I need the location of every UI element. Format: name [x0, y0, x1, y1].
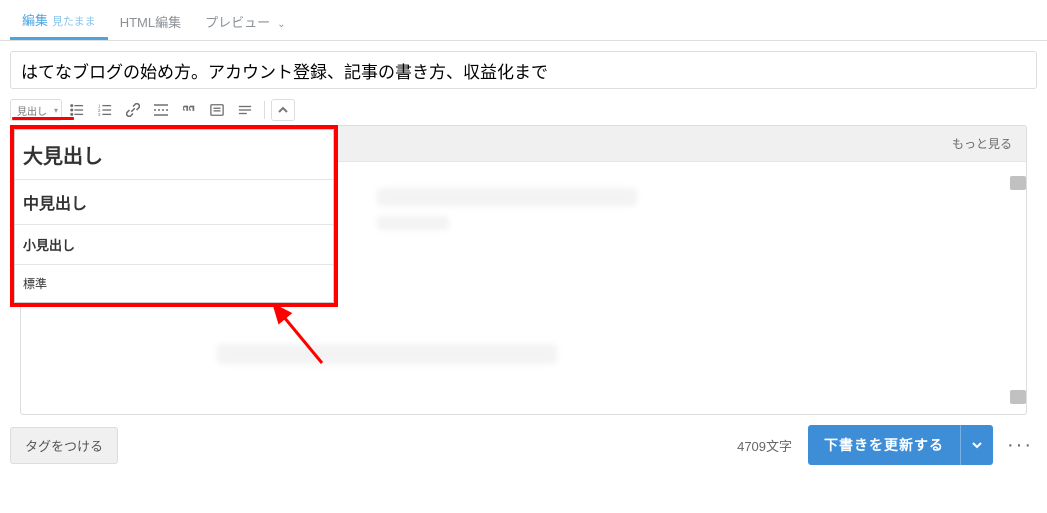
tab-edit-sub: 見たまま: [52, 13, 96, 29]
add-tag-button[interactable]: タグをつける: [10, 427, 118, 464]
more-options-icon[interactable]: ···: [1003, 434, 1037, 457]
blurred-text: [377, 216, 449, 230]
codeblock-icon[interactable]: [204, 99, 230, 121]
tab-html[interactable]: HTML編集: [108, 2, 193, 39]
quote-icon[interactable]: [176, 99, 202, 121]
heading-option-normal[interactable]: 標準: [15, 265, 333, 302]
heading-option-h2[interactable]: 中見出し: [15, 180, 333, 225]
scrollbar-thumb[interactable]: [1010, 390, 1026, 404]
save-button-group: 下書きを更新する: [808, 425, 993, 465]
toolbar-separator: [264, 101, 265, 119]
post-title-input[interactable]: [10, 51, 1037, 89]
chevron-down-icon: ⌄: [277, 19, 285, 30]
heading-option-h1[interactable]: 大見出し: [15, 130, 333, 180]
heading-option-h3[interactable]: 小見出し: [15, 225, 333, 265]
ol-icon[interactable]: 123: [92, 99, 118, 121]
hr-icon[interactable]: [232, 99, 258, 121]
collapse-toolbar-icon[interactable]: [271, 99, 295, 121]
heading-dropdown: 大見出し 中見出し 小見出し 標準: [10, 125, 338, 307]
save-more-button[interactable]: [960, 425, 993, 465]
blurred-text: [377, 188, 637, 206]
link-icon[interactable]: [120, 99, 146, 121]
more-link[interactable]: もっと見る: [952, 135, 1012, 152]
editor-toolbar: 見出し 123: [0, 95, 1047, 125]
tab-preview-label: プレビュー: [205, 12, 270, 31]
save-draft-button[interactable]: 下書きを更新する: [808, 425, 960, 465]
tab-edit-label: 編集: [22, 10, 48, 29]
heading-select-label: 見出し: [17, 103, 47, 118]
readmore-icon[interactable]: [148, 99, 174, 121]
char-count: 4709文字: [737, 436, 792, 455]
scrollbar-thumb[interactable]: [1010, 176, 1026, 190]
annotation-underline: [12, 117, 74, 120]
editor-footer: タグをつける 4709文字 下書きを更新する ···: [0, 415, 1047, 475]
tab-html-label: HTML編集: [120, 12, 181, 31]
tab-preview[interactable]: プレビュー ⌄: [193, 2, 297, 39]
title-row: [0, 41, 1047, 95]
editor-tabs: 編集 見たまま HTML編集 プレビュー ⌄: [0, 0, 1047, 41]
tab-edit[interactable]: 編集 見たまま: [10, 0, 108, 40]
svg-text:3: 3: [98, 112, 101, 117]
